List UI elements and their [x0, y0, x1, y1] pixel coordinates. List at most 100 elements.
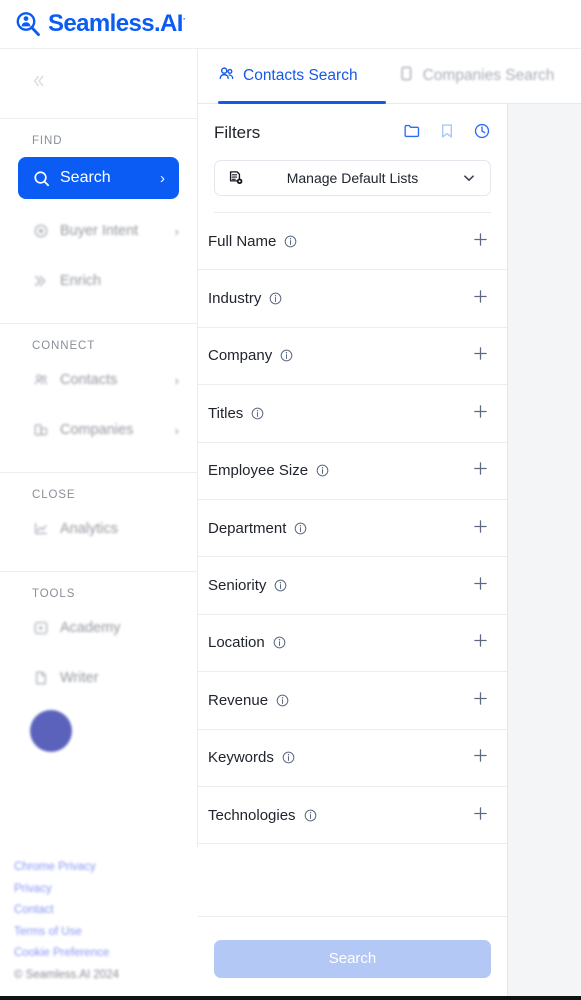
plus-icon[interactable] — [472, 690, 489, 711]
plus-icon[interactable] — [472, 805, 489, 826]
clock-icon[interactable] — [473, 122, 491, 145]
sidebar-item-enrich[interactable]: Enrich — [0, 263, 197, 299]
sidebar-heading-close: CLOSE — [32, 489, 76, 501]
manage-default-lists-dropdown[interactable]: Manage Default Lists — [214, 160, 491, 196]
sidebar-item-companies[interactable]: Companies › — [0, 412, 197, 448]
contacts-icon — [32, 371, 50, 389]
sidebar-collapse-row — [0, 49, 197, 118]
sidebar-footer: Chrome Privacy Privacy Contact Terms of … — [0, 847, 198, 1000]
tab-contacts-search[interactable]: Contacts Search — [218, 49, 358, 104]
page-title: Filters — [214, 123, 261, 142]
filter-label: Revenue — [208, 691, 269, 709]
plus-icon[interactable] — [472, 747, 489, 768]
app-root: Seamless.AI· FIND Search › Buyer Intent … — [0, 0, 581, 1000]
magnifier-person-icon — [14, 10, 42, 38]
filter-row[interactable]: Industry — [198, 270, 507, 328]
bookmark-icon[interactable] — [438, 122, 456, 145]
tab-label: Contacts Search — [243, 67, 358, 84]
chevron-right-icon: › — [174, 372, 179, 388]
filters-panel-footer: Search — [198, 917, 507, 1000]
chevron-right-icon: › — [174, 422, 179, 438]
info-icon[interactable] — [275, 693, 290, 708]
sidebar-item-label: Companies — [60, 422, 134, 438]
info-icon[interactable] — [315, 463, 330, 478]
plus-icon[interactable] — [472, 632, 489, 653]
dropdown-label: Manage Default Lists — [286, 170, 419, 186]
filters-header-actions — [403, 122, 491, 145]
info-icon[interactable] — [293, 521, 308, 536]
search-button[interactable]: Search — [214, 939, 491, 978]
chevron-down-icon — [460, 169, 478, 187]
sidebar-heading-find: FIND — [32, 135, 63, 147]
filter-label: Department — [208, 519, 287, 537]
analytics-icon — [32, 520, 50, 538]
sidebar-item-academy[interactable]: Academy — [0, 610, 197, 646]
filter-row[interactable]: Department — [198, 500, 507, 558]
info-icon[interactable] — [281, 750, 296, 765]
sidebar-group-close: CLOSE Analytics — [0, 473, 197, 571]
enrich-icon — [32, 272, 50, 290]
document-icon — [32, 669, 50, 687]
info-icon[interactable] — [273, 578, 288, 593]
filter-row[interactable]: Keywords — [198, 730, 507, 787]
chevron-right-icon: › — [174, 223, 179, 239]
filter-row[interactable]: Revenue — [198, 672, 507, 730]
avatar[interactable] — [30, 710, 72, 752]
play-square-icon — [32, 619, 50, 637]
collapse-chevrons-icon[interactable] — [32, 74, 46, 93]
filter-label: Technologies — [208, 806, 296, 824]
plus-icon[interactable] — [472, 231, 489, 252]
sidebar-item-label: Academy — [60, 620, 121, 636]
filter-row[interactable]: Location — [198, 615, 507, 673]
building-icon — [398, 65, 415, 87]
filter-label: Titles — [208, 404, 244, 422]
footer-link-contact[interactable]: Contact — [14, 900, 198, 922]
footer-link-privacy[interactable]: Privacy — [14, 879, 198, 901]
sidebar-item-contacts[interactable]: Contacts › — [0, 362, 197, 398]
sidebar-item-writer[interactable]: Writer — [0, 660, 197, 696]
search-tabs: Contacts Search Companies Search — [198, 49, 581, 104]
filters-panel-header: Filters Manage Default Lists — [198, 104, 507, 213]
info-icon[interactable] — [283, 234, 298, 249]
filter-row[interactable]: Technologies — [198, 787, 507, 845]
plus-icon[interactable] — [472, 288, 489, 309]
footer-link-chrome-privacy[interactable]: Chrome Privacy — [14, 857, 198, 879]
info-icon[interactable] — [268, 291, 283, 306]
sidebar-item-label: Writer — [60, 670, 99, 686]
plus-icon[interactable] — [472, 575, 489, 596]
info-icon[interactable] — [250, 406, 265, 421]
plus-icon[interactable] — [472, 403, 489, 424]
window-bottom-edge — [0, 996, 581, 1000]
filter-row[interactable]: Full Name — [198, 213, 507, 271]
filter-row[interactable]: Employee Size — [198, 443, 507, 500]
plus-icon[interactable] — [472, 518, 489, 539]
companies-icon — [32, 421, 50, 439]
filter-row[interactable]: Company — [198, 328, 507, 386]
filter-row[interactable]: Seniority — [198, 557, 507, 615]
filter-label: Company — [208, 347, 273, 365]
sidebar-item-search[interactable]: Search › — [18, 157, 179, 199]
brand-logo[interactable]: Seamless.AI· — [14, 10, 186, 38]
sidebar-item-analytics[interactable]: Analytics — [0, 511, 197, 547]
footer-link-terms-of-use[interactable]: Terms of Use — [14, 922, 198, 944]
footer-copyright: © Seamless.AI 2024 — [14, 968, 119, 981]
filter-row[interactable]: Titles — [198, 385, 507, 443]
plus-icon[interactable] — [472, 345, 489, 366]
brand-name: Seamless.AI· — [48, 10, 186, 37]
plus-icon[interactable] — [472, 460, 489, 481]
info-icon[interactable] — [303, 808, 318, 823]
footer-link-cookie-preference[interactable]: Cookie Preference — [14, 943, 198, 965]
sidebar-item-label: Search — [60, 169, 111, 186]
sidebar-item-label: Contacts — [60, 372, 118, 388]
filter-label: Location — [208, 634, 265, 652]
sidebar-group-connect: CONNECT Contacts › Companies › — [0, 324, 197, 472]
tab-companies-search[interactable]: Companies Search — [398, 49, 554, 104]
info-icon[interactable] — [272, 635, 287, 650]
info-icon[interactable] — [279, 348, 294, 363]
filter-label: Industry — [208, 290, 262, 308]
sidebar-heading-connect: CONNECT — [32, 340, 96, 352]
sidebar-item-buyer-intent[interactable]: Buyer Intent › — [0, 213, 197, 249]
folder-icon[interactable] — [403, 122, 421, 145]
filter-label: Employee Size — [208, 462, 309, 480]
left-sidebar: FIND Search › Buyer Intent › Enrich CONN… — [0, 49, 198, 1000]
